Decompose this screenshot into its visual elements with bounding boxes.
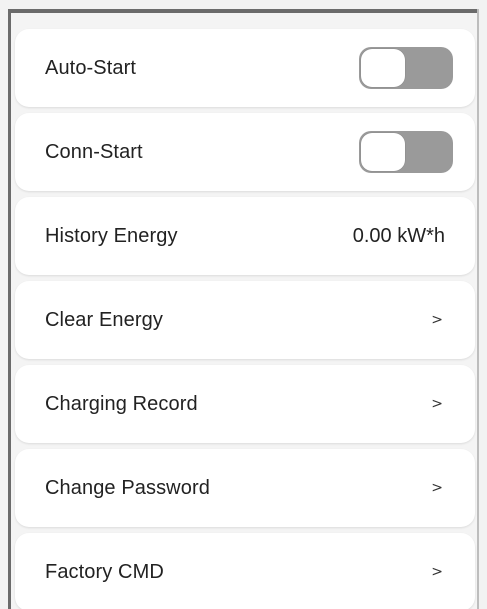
setting-row-charging-record[interactable]: Charging Record >	[15, 365, 475, 443]
toggle-knob	[361, 133, 405, 171]
auto-start-toggle[interactable]	[359, 47, 453, 89]
chevron-right-icon: >	[431, 564, 443, 580]
chevron-right-icon: >	[431, 396, 443, 412]
setting-label-auto-start: Auto-Start	[45, 56, 137, 79]
setting-label-charging-record: Charging Record	[45, 392, 198, 415]
setting-label-history-energy: History Energy	[45, 224, 178, 247]
setting-row-auto-start[interactable]: Auto-Start	[15, 29, 475, 107]
setting-row-change-password[interactable]: Change Password >	[15, 449, 475, 527]
setting-row-history-energy: History Energy 0.00 kW*h	[15, 197, 475, 275]
setting-row-factory-cmd[interactable]: Factory CMD >	[15, 533, 475, 609]
chevron-right-icon: >	[431, 480, 443, 496]
toggle-knob	[361, 49, 405, 87]
settings-list: Auto-Start Conn-Start History Energy 0.0…	[11, 13, 477, 609]
conn-start-toggle[interactable]	[359, 131, 453, 173]
setting-label-change-password: Change Password	[45, 476, 210, 499]
chevron-right-icon: >	[431, 312, 443, 328]
setting-label-clear-energy: Clear Energy	[45, 308, 163, 331]
setting-label-conn-start: Conn-Start	[45, 140, 143, 163]
window-frame-right	[477, 9, 479, 609]
setting-row-conn-start[interactable]: Conn-Start	[15, 113, 475, 191]
settings-screen: Auto-Start Conn-Start History Energy 0.0…	[0, 0, 487, 609]
setting-row-clear-energy[interactable]: Clear Energy >	[15, 281, 475, 359]
setting-label-factory-cmd: Factory CMD	[45, 560, 164, 583]
history-energy-value: 0.00 kW*h	[352, 224, 445, 247]
